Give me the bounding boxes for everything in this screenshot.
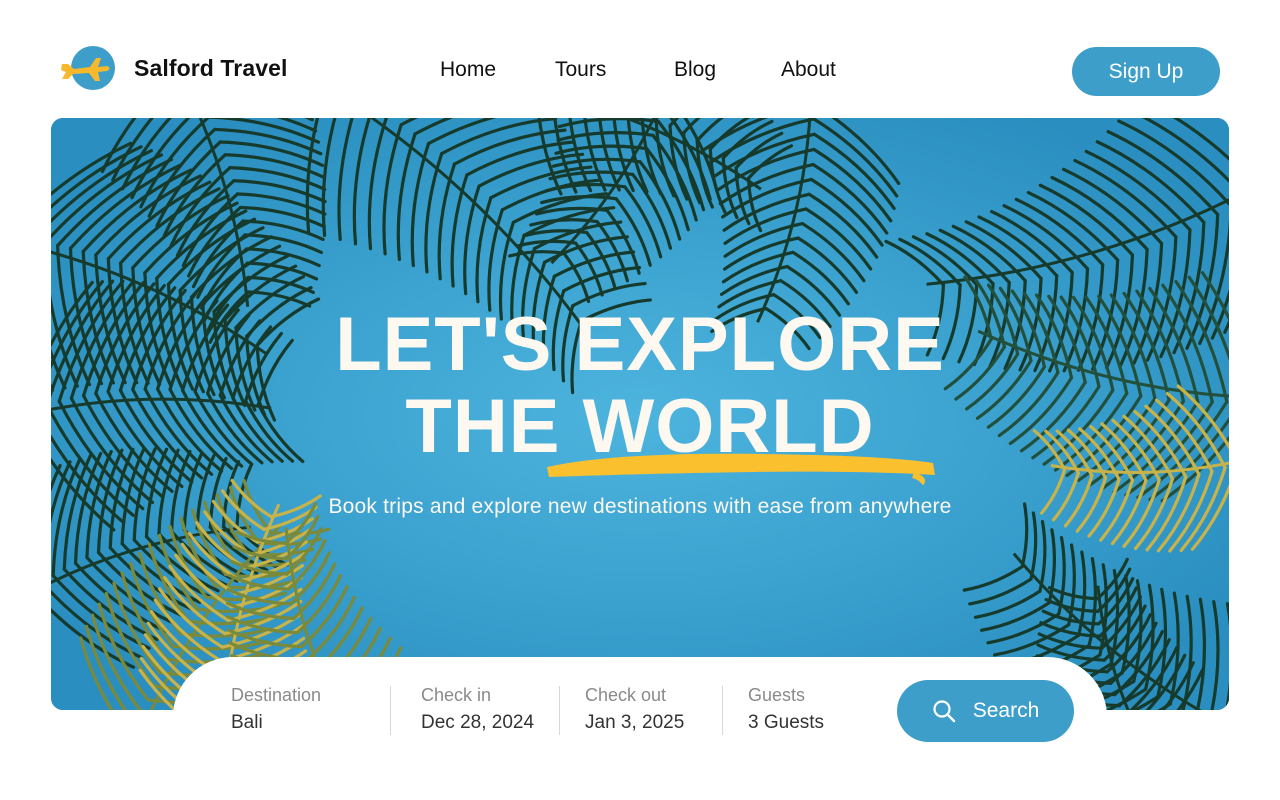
hero-banner: LET'S EXPLORE THE WORLD Book trips and e… (51, 118, 1229, 710)
destination-label: Destination (231, 685, 322, 705)
brand-name: Salford Travel (134, 54, 288, 81)
search-button[interactable]: Search (897, 680, 1074, 742)
hero-title-line-2: THE WORLD (405, 384, 875, 469)
check-in-field[interactable]: Check in Dec 28, 2024 (421, 685, 534, 734)
check-in-value: Dec 28, 2024 (421, 712, 535, 733)
hero-title-line-1: LET'S EXPLORE (335, 302, 945, 387)
logo-badge (60, 46, 115, 90)
nav-item-blog[interactable]: Blog (674, 58, 716, 82)
booking-search-bar: Destination Bali Check in Dec 28, 2024 C… (173, 657, 1107, 800)
check-out-field[interactable]: Check out Jan 3, 2025 (585, 685, 684, 734)
field-divider (722, 686, 723, 735)
guests-field[interactable]: Guests 3 Guests (748, 685, 824, 734)
guests-value: 3 Guests (748, 712, 825, 733)
brand-logo[interactable]: Salford Travel (60, 46, 288, 90)
check-out-label: Check out (585, 685, 667, 705)
destination-field[interactable]: Destination Bali (231, 685, 321, 734)
nav-item-home[interactable]: Home (440, 58, 496, 82)
hero-subtitle: Book trips and explore new destinations … (328, 495, 952, 518)
airplane-icon (61, 58, 110, 81)
nav-item-about[interactable]: About (781, 58, 836, 82)
destination-value: Bali (231, 712, 263, 733)
field-divider (390, 686, 391, 735)
search-icon (933, 700, 955, 723)
check-out-value: Jan 3, 2025 (585, 712, 685, 733)
sign-up-button[interactable]: Sign Up (1072, 47, 1220, 96)
nav-item-tours[interactable]: Tours (555, 58, 606, 82)
check-in-label: Check in (421, 685, 492, 705)
field-divider (559, 686, 560, 735)
guests-label: Guests (748, 685, 806, 705)
search-button-label: Search (972, 699, 1040, 722)
